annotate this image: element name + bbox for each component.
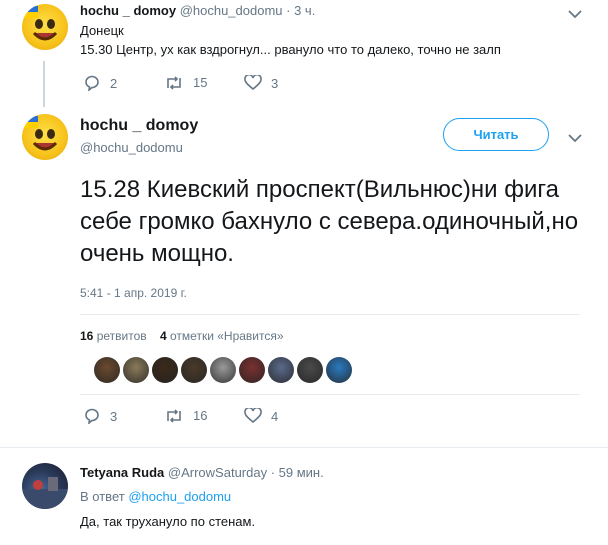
retweet-count: 15 bbox=[193, 75, 208, 90]
photo-avatar-icon bbox=[22, 477, 68, 509]
handle[interactable]: @hochu_dodomu bbox=[180, 3, 283, 18]
chevron-down-icon[interactable] bbox=[568, 130, 582, 148]
retweet-button[interactable]: 15 bbox=[164, 75, 207, 90]
liker-avatar[interactable] bbox=[181, 357, 207, 383]
liker-avatar[interactable] bbox=[123, 357, 149, 383]
retweet-icon bbox=[167, 75, 181, 90]
liker-avatar[interactable] bbox=[268, 357, 294, 383]
likes-stat-count[interactable]: 4 bbox=[160, 329, 167, 343]
smiley-avatar-icon bbox=[24, 6, 58, 41]
like-button[interactable]: 4 bbox=[244, 408, 278, 424]
liker-avatar[interactable] bbox=[210, 357, 236, 383]
tweet-timestamp[interactable]: 5:41 - 1 апр. 2019 г. bbox=[80, 286, 187, 300]
liker-avatar[interactable] bbox=[239, 357, 265, 383]
avatar[interactable] bbox=[22, 4, 68, 50]
tweet-text-line: Донецк bbox=[80, 23, 124, 38]
follow-button[interactable]: Читать bbox=[443, 118, 549, 151]
divider bbox=[0, 447, 608, 448]
avatar[interactable] bbox=[22, 463, 68, 509]
reply-prefix: В ответ bbox=[80, 489, 125, 504]
smiley-avatar-icon bbox=[24, 116, 58, 151]
like-button[interactable]: 3 bbox=[244, 75, 278, 91]
reply-icon bbox=[85, 75, 99, 91]
comment-text: Да, так трухануло по стенам. bbox=[80, 514, 256, 529]
reply-button[interactable]: 2 bbox=[84, 75, 117, 91]
display-name[interactable]: hochu _ domoy bbox=[80, 3, 176, 18]
tweet-time[interactable]: · 3 ч. bbox=[286, 3, 315, 18]
retweet-icon bbox=[167, 408, 181, 423]
liker-avatar[interactable] bbox=[152, 357, 178, 383]
reply-context: В ответ @hochu_dodomu bbox=[80, 489, 231, 504]
reply-count: 2 bbox=[110, 75, 118, 91]
reply-icon bbox=[85, 408, 99, 424]
like-count: 4 bbox=[271, 408, 279, 424]
liker-avatar[interactable] bbox=[94, 357, 120, 383]
handle[interactable]: @ArrowSaturday bbox=[168, 465, 267, 480]
retweets-stat-label[interactable]: ретвитов bbox=[97, 329, 147, 343]
retweet-button[interactable]: 16 bbox=[164, 408, 207, 423]
handle[interactable]: @hochu_dodomu bbox=[80, 140, 183, 155]
mention-link[interactable]: @hochu_dodomu bbox=[128, 489, 231, 504]
heart-icon bbox=[244, 75, 262, 91]
liker-avatar[interactable] bbox=[297, 357, 323, 383]
divider bbox=[80, 394, 580, 395]
heart-icon bbox=[244, 408, 262, 424]
reply-count: 3 bbox=[110, 408, 118, 424]
retweets-stat-count[interactable]: 16 bbox=[80, 329, 93, 343]
tweet-text-line: 15.30 Центр, ух как вздрогнул... рвануло… bbox=[80, 42, 501, 57]
chevron-down-icon[interactable] bbox=[568, 6, 582, 24]
tweet-text: 15.28 Киевский проспект(Вильнюс)ни фига … bbox=[80, 176, 579, 267]
thread-line bbox=[43, 61, 45, 107]
display-name[interactable]: Tetyana Ruda bbox=[80, 465, 164, 480]
liker-avatar[interactable] bbox=[326, 357, 352, 383]
likes-stat-label[interactable]: отметки «Нравится» bbox=[170, 329, 284, 343]
avatar[interactable] bbox=[22, 114, 68, 160]
like-count: 3 bbox=[271, 75, 279, 91]
comment-header: Tetyana Ruda @ArrowSaturday · 59 мин. bbox=[80, 465, 324, 480]
display-name[interactable]: hochu _ domoy bbox=[80, 117, 198, 135]
tweet-time[interactable]: · 59 мин. bbox=[271, 465, 324, 480]
reply-tweet-header: hochu _ domoy @hochu_dodomu · 3 ч. bbox=[80, 3, 315, 18]
retweet-count: 16 bbox=[193, 408, 208, 423]
tweet-stats: 16 ретвитов 4 отметки «Нравится» bbox=[80, 329, 284, 343]
reply-button[interactable]: 3 bbox=[84, 408, 117, 424]
divider bbox=[80, 314, 580, 315]
